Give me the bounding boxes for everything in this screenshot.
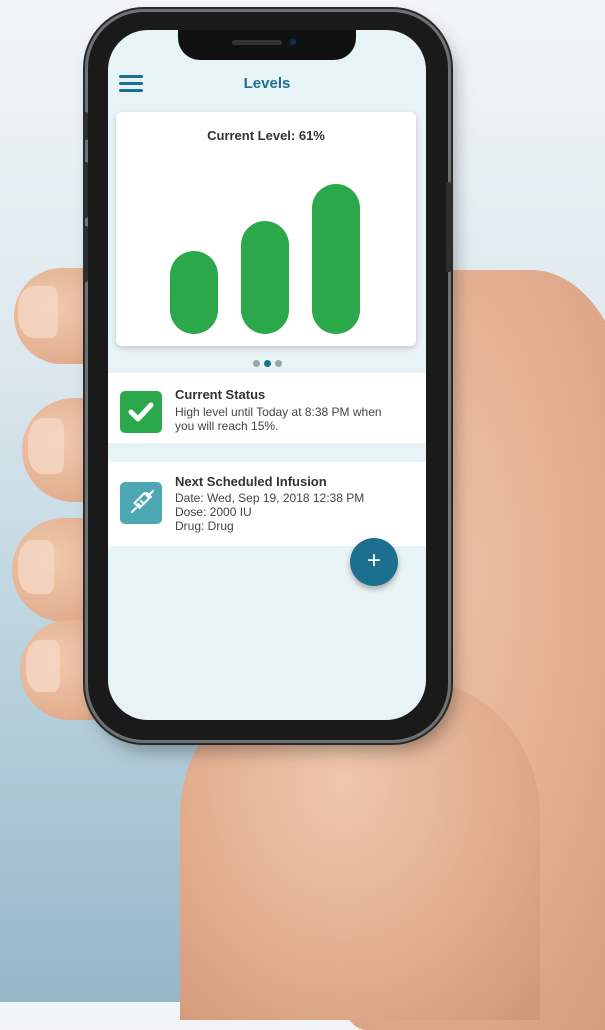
current-level-label: Current Level: 61% [207, 128, 325, 143]
phone-screen: Levels Current Level: 61% Current Status… [108, 30, 426, 720]
plus-icon: + [366, 547, 381, 574]
next-infusion-title: Next Scheduled Infusion [175, 474, 327, 489]
pager-dot[interactable] [274, 360, 282, 367]
volume-up-button [83, 162, 88, 218]
power-button [446, 182, 451, 272]
level-bar-medium [241, 221, 289, 334]
infusion-dose: Dose: 2000 IU [175, 505, 252, 519]
add-button[interactable]: + [350, 538, 398, 586]
current-status-line-2: you will reach 15%. [175, 419, 279, 433]
fingernail [18, 540, 54, 594]
infusion-drug: Drug: Drug [175, 519, 234, 533]
current-status-title: Current Status [175, 387, 266, 402]
level-card[interactable]: Current Level: 61% [116, 112, 416, 346]
current-status-panel[interactable]: Current Status High level until Today at… [108, 373, 426, 443]
infusion-date: Date: Wed, Sep 19, 2018 12:38 PM [175, 491, 365, 505]
fingernail [28, 418, 64, 474]
pager-dot[interactable] [252, 360, 260, 367]
page-title: Levels [243, 75, 291, 92]
volume-down-button [83, 226, 88, 282]
fingernail [26, 640, 60, 692]
level-bar-low [170, 251, 218, 334]
front-camera [287, 36, 299, 48]
speaker-grille [232, 40, 282, 45]
level-bar-high [312, 184, 360, 334]
next-infusion-panel[interactable]: Next Scheduled Infusion Date: Wed, Sep 1… [108, 462, 426, 546]
current-status-line-1: High level until Today at 8:38 PM when [175, 405, 382, 419]
pager-dots [108, 354, 426, 372]
phone-notch [178, 30, 356, 60]
pager-dot-active[interactable] [263, 360, 271, 367]
syringe-icon [120, 482, 162, 524]
mute-switch [83, 112, 88, 140]
fingernail [18, 286, 58, 338]
check-icon [120, 391, 162, 433]
